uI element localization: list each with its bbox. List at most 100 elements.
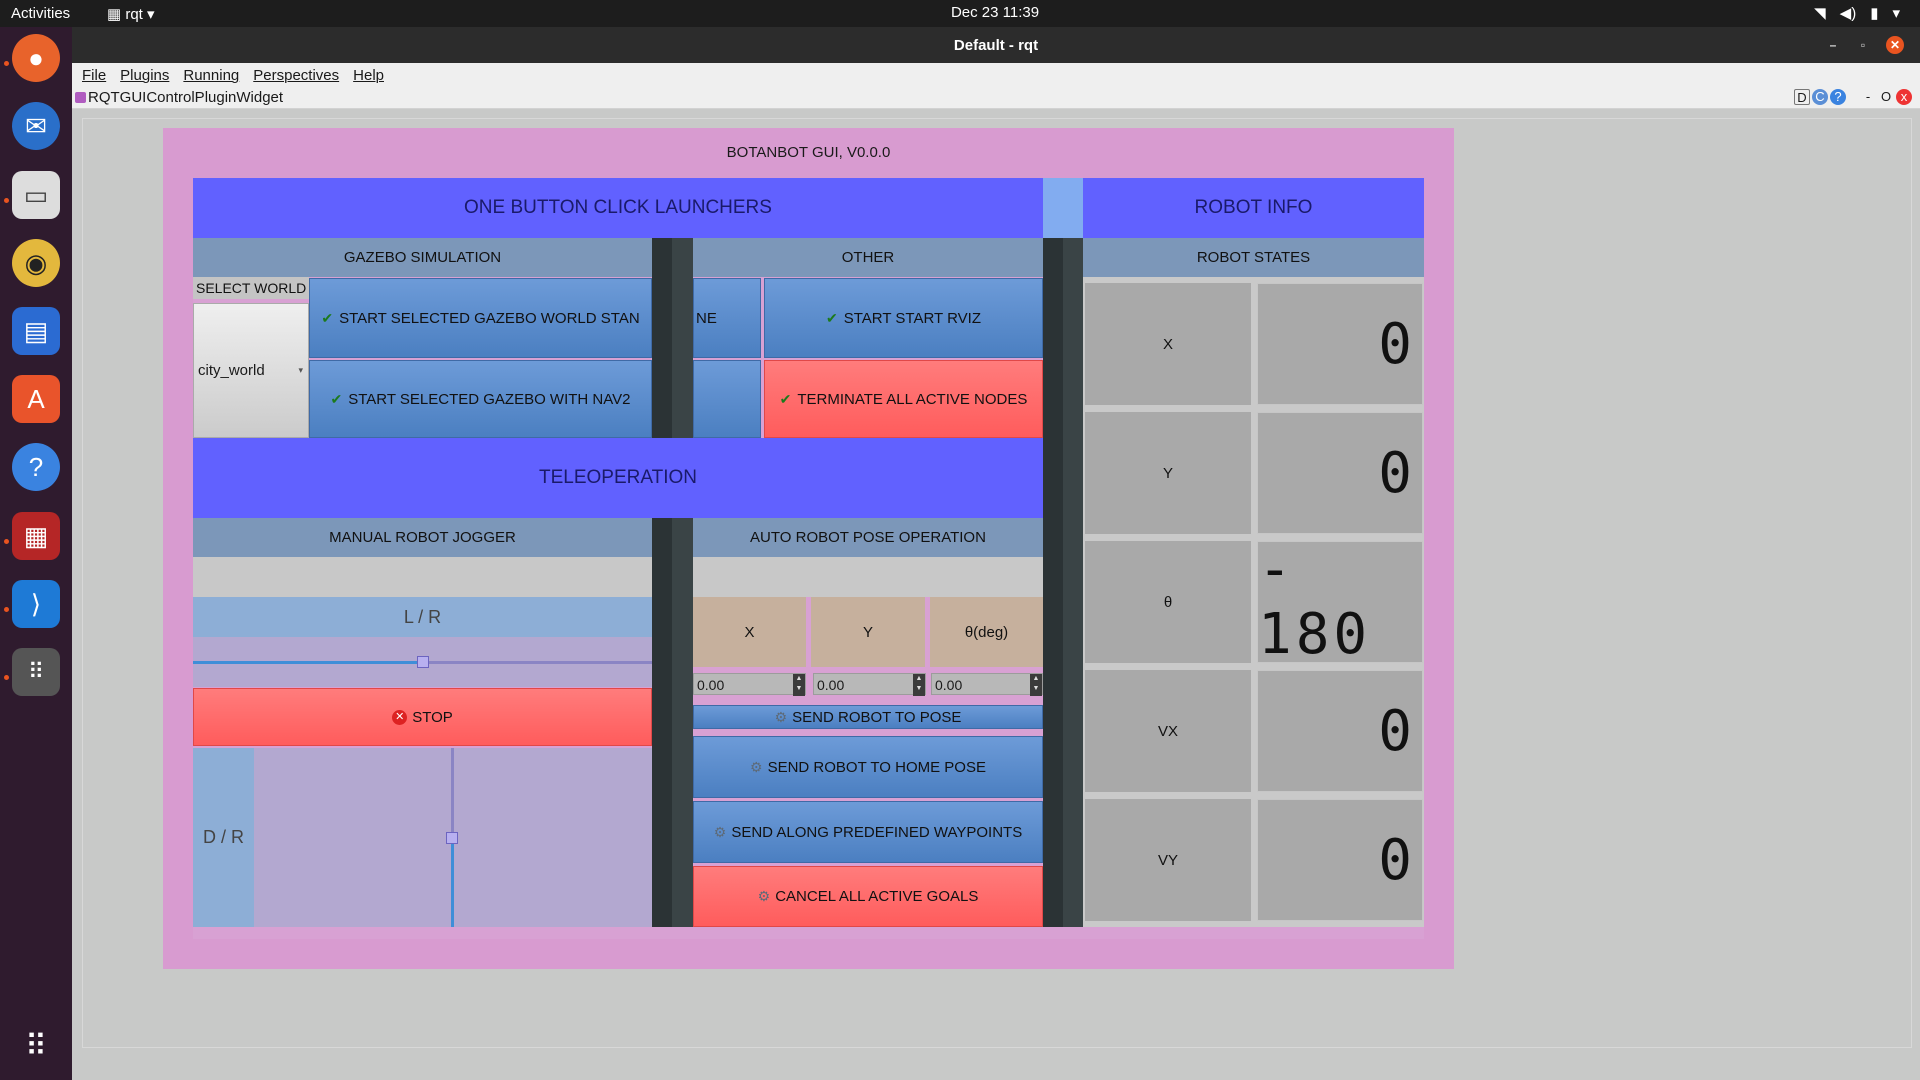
menu-help[interactable]: Help bbox=[353, 67, 384, 84]
gui-title: BOTANBOT GUI, V0.0.0 bbox=[726, 144, 891, 161]
start-gazebo-standalone-tail-label: NE bbox=[696, 309, 717, 327]
check-icon: ✔ bbox=[779, 390, 792, 407]
start-gazebo-standalone-button[interactable]: ✔ START SELECTED GAZEBO WORLD STAN bbox=[309, 278, 652, 358]
plugin-title: RQTGUIControlPluginWidget bbox=[88, 89, 284, 106]
pose-x-value: 0.00 bbox=[697, 677, 725, 693]
send-pose-button[interactable]: ⚙ SEND ROBOT TO POSE bbox=[693, 705, 1043, 729]
world-select-value: city_world bbox=[198, 362, 265, 379]
robot-info-header: ROBOT INFO bbox=[1083, 178, 1424, 238]
volume-icon: ◀) bbox=[1839, 5, 1857, 22]
running-indicator bbox=[4, 539, 9, 544]
menu-perspectives[interactable]: Perspectives bbox=[253, 67, 339, 84]
menu-running[interactable]: Running bbox=[183, 67, 239, 84]
rqt-icon[interactable]: ▦ bbox=[12, 512, 60, 560]
state-value-y: 0 bbox=[1257, 412, 1423, 534]
system-top-bar: Activities ▦ rqt ▾ Dec 23 11:39 ◥ ◀) ▮ ▾ bbox=[0, 0, 1920, 27]
pose-theta-spinbox[interactable]: 0.00 ▲ ▼ bbox=[931, 673, 1043, 696]
state-value-x: 0 bbox=[1257, 283, 1423, 405]
lr-slider-handle[interactable] bbox=[416, 656, 429, 668]
lr-slider-fill bbox=[193, 661, 423, 664]
system-tray[interactable]: ◥ ◀) ▮ ▾ bbox=[1814, 4, 1900, 22]
plugin-icon bbox=[75, 92, 86, 103]
plugin-minimize-button[interactable]: - bbox=[1860, 89, 1876, 105]
waypoints-label: SEND ALONG PREDEFINED WAYPOINTS bbox=[731, 823, 1023, 841]
running-indicator bbox=[4, 607, 9, 612]
wifi-icon: ◥ bbox=[1814, 5, 1826, 22]
plugin-close-button[interactable]: x bbox=[1896, 89, 1912, 105]
lr-slider[interactable] bbox=[193, 656, 652, 668]
chevron-down-icon: ▾ bbox=[298, 365, 303, 375]
plugin-title-bar[interactable]: RQTGUIControlPluginWidget D C ? - O x bbox=[72, 87, 1920, 109]
terminate-nodes-button[interactable]: ✔ TERMINATE ALL ACTIVE NODES bbox=[764, 360, 1043, 438]
gazebo-simulation-header: GAZEBO SIMULATION bbox=[193, 238, 652, 277]
start-gazebo-nav2-button-tail[interactable] bbox=[693, 360, 761, 438]
gear-icon: ⚙ bbox=[757, 888, 771, 904]
robot-states-header: ROBOT STATES bbox=[1083, 238, 1424, 277]
waypoints-button[interactable]: ⚙ SEND ALONG PREDEFINED WAYPOINTS bbox=[693, 801, 1043, 863]
plugin-reload-button[interactable]: C bbox=[1812, 89, 1828, 105]
rhythmbox-icon[interactable]: ◉ bbox=[12, 239, 60, 287]
cancel-goals-button[interactable]: ⚙ CANCEL ALL ACTIVE GOALS bbox=[693, 866, 1043, 927]
plugin-dock-button[interactable]: D bbox=[1794, 89, 1810, 105]
plugin-float-button[interactable]: O bbox=[1878, 89, 1894, 105]
terminal-grid-icon[interactable]: ⠿ bbox=[12, 648, 60, 696]
other-header: OTHER bbox=[693, 238, 1043, 277]
botanbot-gui: BOTANBOT GUI, V0.0.0 ONE BUTTON CLICK LA… bbox=[163, 128, 1454, 969]
pose-x-spinbox[interactable]: 0.00 ▲ ▼ bbox=[693, 673, 806, 696]
state-label-theta: θ bbox=[1085, 541, 1251, 663]
pose-col-y: Y bbox=[811, 597, 925, 667]
state-value-vx: 0 bbox=[1257, 670, 1423, 792]
world-select-dropdown[interactable]: city_world ▾ bbox=[193, 303, 309, 438]
state-value-theta: - 180 bbox=[1257, 537, 1423, 667]
cancel-goals-label: CANCEL ALL ACTIVE GOALS bbox=[775, 888, 979, 905]
vscode-icon[interactable]: ⟩ bbox=[12, 580, 60, 628]
state-value-vy: 0 bbox=[1257, 799, 1423, 921]
files-icon[interactable]: ▭ bbox=[12, 171, 60, 219]
maximize-icon[interactable]: ▫ bbox=[1854, 36, 1872, 54]
minimize-icon[interactable]: – bbox=[1824, 36, 1842, 54]
plugin-help-button[interactable]: ? bbox=[1830, 89, 1846, 105]
state-label-vy: VY bbox=[1085, 799, 1251, 921]
firefox-icon[interactable]: ● bbox=[12, 34, 60, 82]
battery-icon: ▮ bbox=[1870, 5, 1879, 22]
pose-theta-value: 0.00 bbox=[935, 677, 963, 693]
pose-col-x: X bbox=[693, 597, 806, 667]
start-gazebo-standalone-button-tail[interactable]: NE bbox=[693, 278, 761, 358]
clock[interactable]: Dec 23 11:39 bbox=[0, 4, 1920, 21]
start-gazebo-standalone-label: START SELECTED GAZEBO WORLD STAN bbox=[339, 309, 640, 327]
home-pose-button[interactable]: ⚙ SEND ROBOT TO HOME POSE bbox=[693, 736, 1043, 798]
state-label-x: X bbox=[1085, 283, 1251, 405]
close-icon[interactable]: ✕ bbox=[1886, 36, 1904, 54]
chevron-down-icon: ▾ bbox=[1892, 5, 1900, 22]
gear-icon: ⚙ bbox=[713, 823, 727, 840]
spin-arrows-icon[interactable]: ▲ ▼ bbox=[793, 674, 805, 696]
menu-plugins[interactable]: Plugins bbox=[120, 67, 169, 84]
app-center-icon[interactable]: A bbox=[12, 375, 60, 423]
dr-slider[interactable] bbox=[446, 748, 458, 927]
show-apps-icon[interactable]: ⠿ bbox=[12, 1022, 60, 1070]
spin-arrows-icon[interactable]: ▲ ▼ bbox=[913, 674, 925, 696]
state-label-y: Y bbox=[1085, 412, 1251, 534]
spin-arrows-icon[interactable]: ▲ ▼ bbox=[1030, 674, 1042, 696]
dock: ● ✉ ▭ ◉ ▤ A ? ▦ ⟩ ⠿ ⠿ bbox=[0, 27, 72, 1080]
stop-label: STOP bbox=[412, 708, 453, 726]
pose-y-spinbox[interactable]: 0.00 ▲ ▼ bbox=[813, 673, 926, 696]
gear-icon: ⚙ bbox=[750, 758, 763, 775]
pose-y-value: 0.00 bbox=[817, 677, 845, 693]
check-icon: ✔ bbox=[330, 390, 343, 407]
dr-slider-handle[interactable] bbox=[446, 831, 458, 844]
terminate-nodes-label: TERMINATE ALL ACTIVE NODES bbox=[797, 390, 1028, 408]
start-gazebo-nav2-button[interactable]: ✔ START SELECTED GAZEBO WITH NAV2 bbox=[309, 360, 652, 438]
thunderbird-icon[interactable]: ✉ bbox=[12, 102, 60, 150]
running-indicator bbox=[4, 198, 9, 203]
start-rviz-button[interactable]: ✔ START START RVIZ bbox=[764, 278, 1043, 358]
state-label-vx: VX bbox=[1085, 670, 1251, 792]
menu-file[interactable]: File bbox=[82, 67, 106, 84]
writer-icon[interactable]: ▤ bbox=[12, 307, 60, 355]
stop-button[interactable]: ✕ STOP bbox=[193, 688, 652, 746]
running-indicator bbox=[4, 61, 9, 66]
help-icon[interactable]: ? bbox=[12, 443, 60, 491]
launchers-header: ONE BUTTON CLICK LAUNCHERS bbox=[193, 178, 1043, 238]
window-titlebar[interactable]: Default - rqt – ▫ ✕ bbox=[72, 27, 1920, 63]
running-indicator bbox=[4, 675, 9, 680]
